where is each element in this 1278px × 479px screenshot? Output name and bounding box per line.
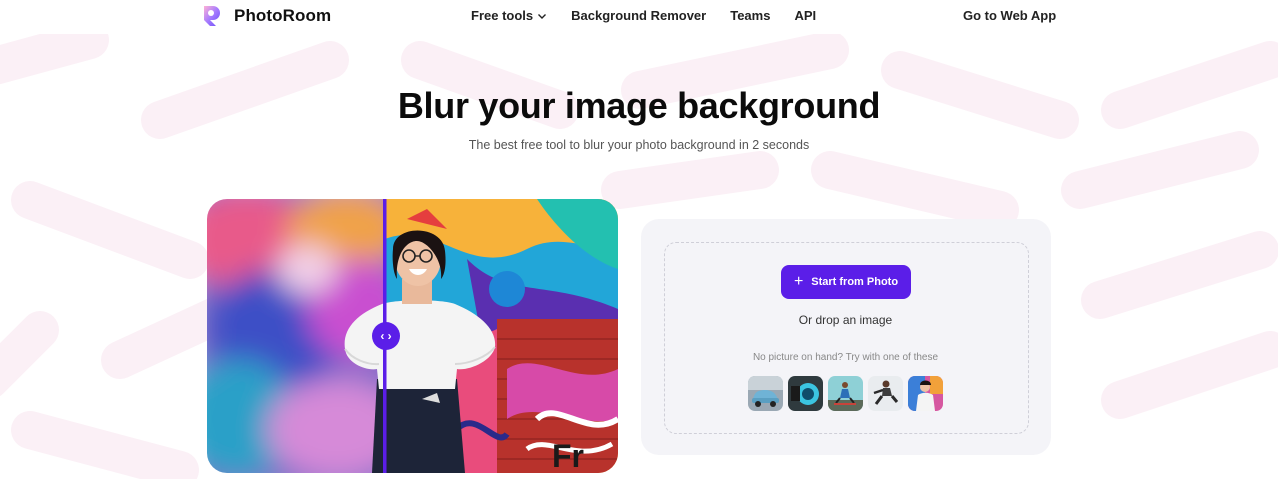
chevron-left-right-icon: ‹ › [380, 329, 392, 343]
svg-text:Fr: Fr [552, 438, 584, 473]
page-subtitle: The best free tool to blur your photo ba… [468, 138, 810, 152]
chevron-down-icon [538, 13, 547, 19]
nav-free-tools[interactable]: Free tools [471, 8, 547, 23]
nav-api[interactable]: API [794, 8, 816, 23]
before-after-image[interactable]: Fr [207, 199, 618, 473]
drop-image-text: Or drop an image [798, 313, 893, 327]
photoroom-logo-icon [204, 6, 220, 26]
sample-images [748, 376, 943, 411]
sample-image-runner[interactable] [868, 376, 903, 411]
page-title: Blur your image background [397, 85, 881, 126]
plus-icon: + [793, 273, 804, 290]
start-from-photo-label: Start from Photo [811, 276, 899, 288]
sample-images-hint: No picture on hand? Try with one of thes… [752, 352, 939, 363]
sample-image-woman[interactable] [908, 376, 943, 411]
compare-slider-handle[interactable]: ‹ › [372, 322, 400, 350]
top-navbar: PhotoRoom Free tools Background Remover … [0, 0, 1278, 34]
nav-teams[interactable]: Teams [730, 8, 770, 23]
sample-image-car[interactable] [748, 376, 783, 411]
background-pattern [0, 21, 1278, 479]
sample-image-skateboarder[interactable] [828, 376, 863, 411]
nav-teams-label: Teams [730, 8, 771, 23]
nav-background-remover[interactable]: Background Remover [571, 8, 706, 23]
brand-logo[interactable]: PhotoRoom [200, 4, 331, 28]
start-from-photo-button[interactable]: + Start from Photo [781, 265, 911, 299]
nav-background-remover-label: Background Remover [571, 8, 707, 23]
main-nav: Free tools Background Remover Teams API [471, 8, 816, 23]
brand-name: PhotoRoom [234, 6, 332, 25]
nav-api-label: API [794, 8, 817, 23]
nav-free-tools-label: Free tools [471, 8, 534, 23]
sample-image-camera[interactable] [788, 376, 823, 411]
go-to-web-app-link[interactable]: Go to Web App [963, 8, 1056, 23]
